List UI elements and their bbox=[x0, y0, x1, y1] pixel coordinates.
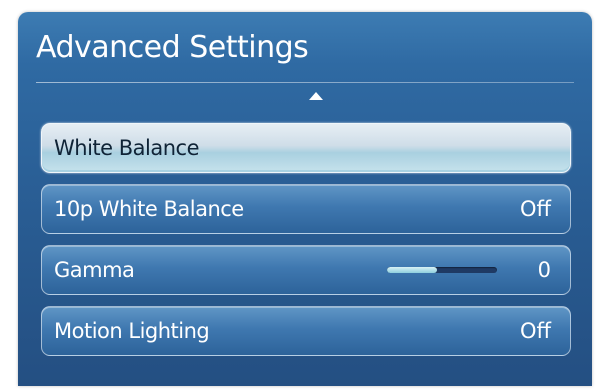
panel-title: Advanced Settings bbox=[36, 30, 309, 65]
menu-item-motion-lighting[interactable]: Motion Lighting Off bbox=[41, 306, 571, 356]
menu-item-label: Gamma bbox=[54, 258, 135, 282]
menu-item-value: Off bbox=[520, 319, 551, 343]
menu-item-label: White Balance bbox=[54, 136, 200, 160]
scroll-up-arrow-icon[interactable] bbox=[309, 92, 323, 100]
menu-item-label: Motion Lighting bbox=[54, 319, 210, 343]
menu-item-white-balance[interactable]: White Balance bbox=[41, 123, 571, 173]
menu-item-value: 0 bbox=[537, 258, 551, 282]
settings-menu: White Balance 10p White Balance Off Gamm… bbox=[41, 123, 571, 367]
gamma-slider[interactable] bbox=[387, 267, 497, 273]
gamma-slider-fill bbox=[387, 267, 437, 273]
menu-item-label: 10p White Balance bbox=[54, 197, 244, 221]
menu-item-value: Off bbox=[520, 197, 551, 221]
menu-item-gamma[interactable]: Gamma 0 bbox=[41, 245, 571, 295]
menu-item-10p-white-balance[interactable]: 10p White Balance Off bbox=[41, 184, 571, 234]
title-divider bbox=[36, 82, 574, 83]
advanced-settings-panel: Advanced Settings White Balance 10p Whit… bbox=[18, 12, 592, 386]
